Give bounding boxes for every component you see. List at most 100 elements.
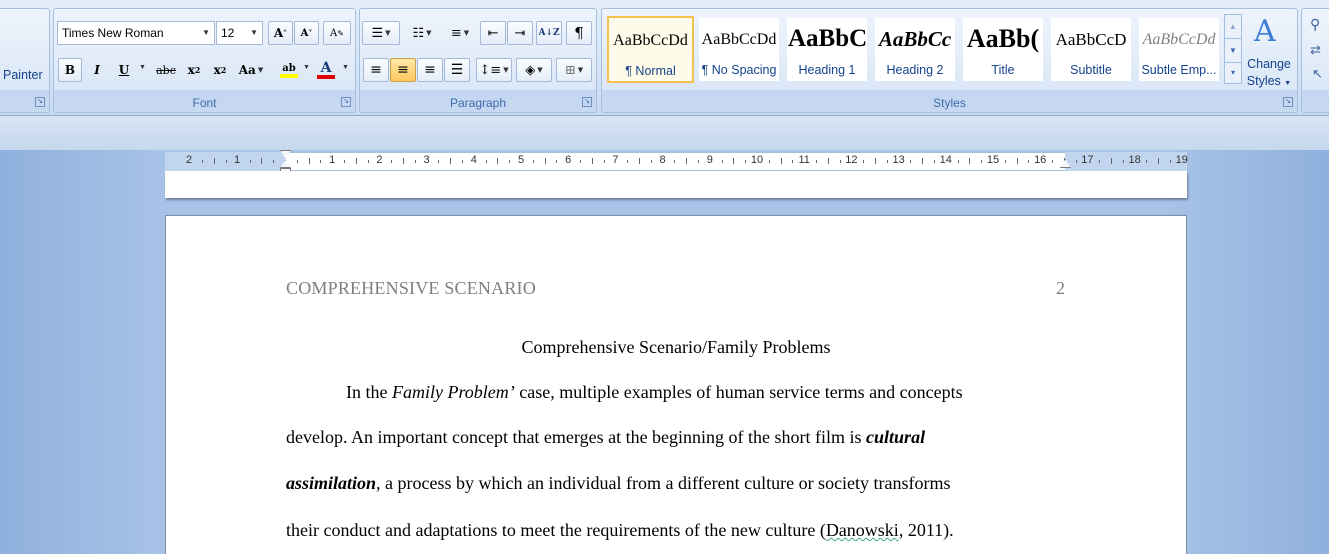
sort-button[interactable]: A↓Z: [536, 21, 562, 45]
borders-button[interactable]: ⊞ ▼: [556, 58, 592, 82]
document-page[interactable]: COMPREHENSIVE SCENARIO 2 Comprehensive S…: [165, 215, 1187, 554]
gallery-more-icon[interactable]: ▾: [1225, 62, 1241, 85]
justify-icon: ☰: [450, 62, 464, 78]
scroll-down-icon[interactable]: ▼: [1225, 38, 1241, 62]
ruler-tick: [1052, 160, 1053, 163]
align-right-button[interactable]: ≡: [417, 58, 443, 82]
shrink-font-button[interactable]: A ˅: [294, 21, 319, 45]
style-normal[interactable]: AaBbCcDd ¶ Normal: [607, 16, 694, 83]
clear-formatting-button[interactable]: A ✎: [323, 21, 351, 45]
font-launcher-icon[interactable]: ↘: [341, 97, 351, 107]
ruler-number: 5: [517, 154, 525, 166]
line-spacing-button[interactable]: ↕≡ ▼: [476, 58, 512, 82]
style-subtitle[interactable]: AaBbCcD Subtitle: [1051, 18, 1131, 81]
ruler-tick: [934, 160, 935, 163]
ruler-tick: [320, 160, 322, 163]
ruler-tick: [391, 160, 393, 163]
ruler-tick: [1004, 160, 1006, 163]
ruler-tick: [886, 160, 888, 163]
ruler-tick: [1170, 160, 1171, 163]
highlighter-icon: ab: [282, 62, 296, 74]
spellcheck-flagged-word[interactable]: Danowski: [826, 520, 899, 540]
shading-button[interactable]: ◈ ▼: [516, 58, 552, 82]
subscript-button[interactable]: x2: [182, 58, 206, 82]
ruler-tick: [308, 158, 310, 164]
justify-button[interactable]: ☰: [444, 58, 470, 82]
bullet-list-icon: ☰: [371, 25, 384, 41]
multilevel-list-button[interactable]: ≡ ▼: [443, 21, 477, 45]
highlight-button[interactable]: ab: [272, 58, 306, 82]
style-title[interactable]: AaBb( Title: [963, 18, 1043, 81]
styles-gallery-scroller[interactable]: ▲ ▼ ▾: [1224, 14, 1242, 84]
ruler-tick: [1016, 158, 1018, 164]
font-name-value: Times New Roman: [62, 26, 164, 40]
ruler-tick: [780, 158, 782, 164]
style-no-spacing[interactable]: AaBbCcDd ¶ No Spacing: [699, 18, 779, 81]
ruler-number: 8: [659, 154, 666, 166]
style-name: ¶ Normal: [625, 64, 676, 78]
ruler-tick: [509, 160, 511, 163]
style-name: ¶ No Spacing: [701, 63, 777, 77]
bold-italic-run: cultural: [866, 427, 926, 447]
clipboard-launcher-icon[interactable]: ↘: [35, 97, 45, 107]
format-painter-button[interactable]: Painter: [3, 68, 43, 82]
ruler-tick: [686, 158, 688, 164]
bold-button[interactable]: B: [58, 58, 82, 82]
select-cursor-icon[interactable]: ↖: [1312, 66, 1323, 82]
ruler-number: 14: [939, 154, 952, 166]
numbered-list-icon: ☷: [412, 25, 425, 41]
ruler-number: 19: [1175, 154, 1188, 166]
change-styles-label-1: Change: [1247, 57, 1291, 71]
show-formatting-button[interactable]: ¶: [566, 21, 592, 45]
ruler-number: 15: [986, 154, 1000, 166]
change-case-button[interactable]: Aa ▼: [236, 58, 266, 82]
ruler-tick: [532, 160, 534, 163]
ruler-tick: [1158, 158, 1160, 164]
style-sample: AaBbCcD: [1055, 30, 1127, 49]
numbering-button[interactable]: ☷ ▼: [403, 21, 441, 45]
style-name: Title: [991, 63, 1015, 77]
line-spacing-icon: ↕≡: [479, 62, 502, 78]
scroll-up-icon[interactable]: ▲: [1225, 15, 1241, 38]
ruler-tick: [580, 160, 581, 163]
italic-button[interactable]: I: [85, 58, 109, 82]
strikethrough-button[interactable]: abc: [152, 58, 180, 82]
ruler-tick: [639, 158, 640, 164]
align-center-button[interactable]: ≡: [390, 58, 416, 82]
ruler-number: 17: [1081, 154, 1094, 166]
style-heading-1[interactable]: AaBbC Heading 1: [787, 18, 867, 81]
change-styles-button[interactable]: A Change Styles ▼: [1244, 14, 1294, 94]
ruler-number: 2: [185, 154, 193, 166]
bullets-button[interactable]: ☰ ▼: [362, 21, 400, 45]
underline-button[interactable]: U: [112, 58, 136, 82]
superscript-icon: x: [213, 63, 221, 77]
increase-indent-button[interactable]: ⇥: [507, 21, 533, 45]
paragraph-launcher-icon[interactable]: ↘: [582, 97, 592, 107]
font-name-select[interactable]: Times New Roman ▼: [57, 21, 215, 45]
sort-icon: A↓Z: [538, 28, 560, 38]
decrease-indent-button[interactable]: ⇤: [480, 21, 506, 45]
text-run: In the: [346, 382, 392, 402]
align-left-button[interactable]: ≡: [363, 58, 389, 82]
font-color-button[interactable]: A: [313, 58, 339, 82]
increase-indent-icon: ⇥: [514, 25, 526, 41]
ruler-number: 2: [376, 154, 383, 166]
bold-italic-run: assimilation: [286, 473, 377, 493]
multilevel-list-icon: ≡: [450, 25, 462, 41]
grow-font-button[interactable]: A ˄: [268, 21, 293, 45]
underline-dropdown-icon[interactable]: ▼: [139, 64, 146, 71]
superscript-button[interactable]: x2: [208, 58, 232, 82]
ruler-tick: [591, 158, 593, 164]
style-subtle-emphasis[interactable]: AaBbCcDd Subtle Emp...: [1139, 18, 1219, 81]
font-size-select[interactable]: 12 ▼: [216, 21, 263, 45]
ruler-tick: [414, 160, 416, 163]
styles-launcher-icon[interactable]: ↘: [1283, 97, 1293, 107]
page-number: 2: [1056, 278, 1065, 298]
ruler-number: 4: [470, 154, 477, 166]
find-icon[interactable]: ⚲: [1310, 16, 1320, 33]
style-heading-2[interactable]: AaBbCc Heading 2: [875, 18, 955, 81]
paragraph-line-3: assimilation, a process by which an indi…: [286, 473, 951, 494]
highlight-dropdown-icon[interactable]: ▼: [303, 64, 310, 71]
font-color-dropdown-icon[interactable]: ▼: [342, 64, 349, 71]
replace-icon[interactable]: ⇄: [1310, 42, 1321, 58]
